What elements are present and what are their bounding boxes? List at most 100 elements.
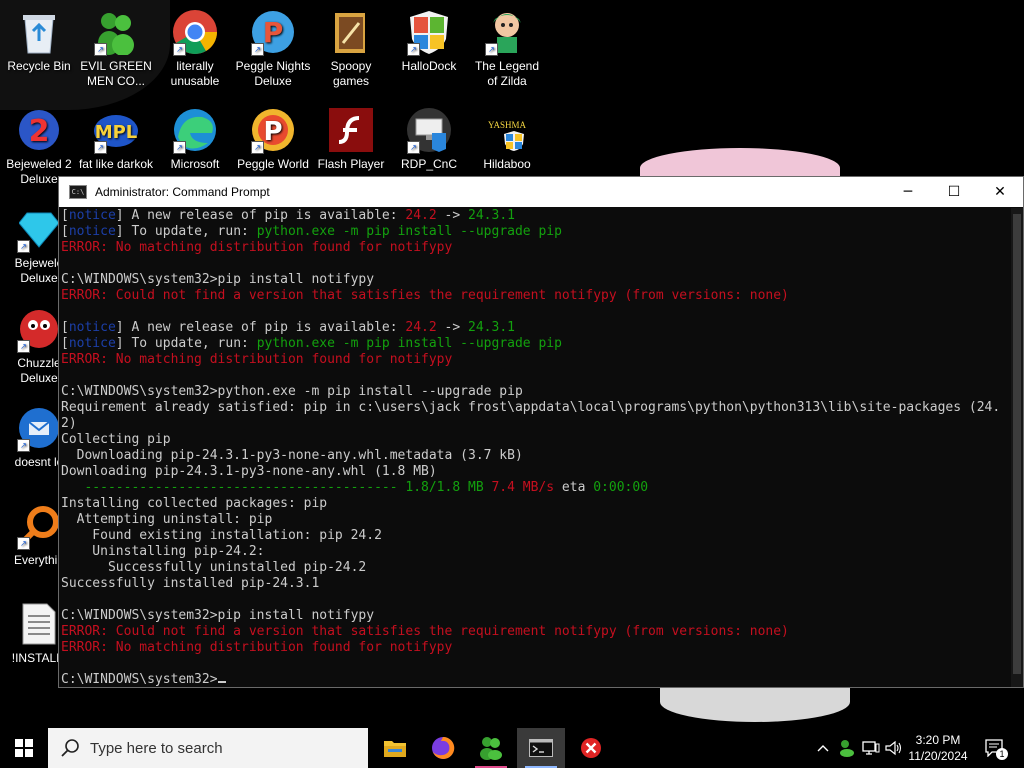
console-text-segment: python.exe -m pip install --upgrade pip xyxy=(256,224,562,239)
console-text-segment: notice xyxy=(68,320,116,335)
console-text-segment: Attempting uninstall: pip xyxy=(61,512,273,527)
console-line: Downloading pip-24.3.1-py3-none-any.whl.… xyxy=(61,448,1011,464)
chrome-shortcut[interactable]: ↗ literally unusable xyxy=(157,8,233,89)
console-line: Collecting pip xyxy=(61,432,1011,448)
flash-player-icon xyxy=(327,106,375,154)
console-text-segment: 7.4 MB/s xyxy=(491,480,555,495)
desktop-icon-label: RDP_CnC xyxy=(400,157,457,171)
spoopy-games-folder[interactable]: Spoopy games xyxy=(313,8,389,89)
search-placeholder: Type here to search xyxy=(90,739,223,757)
shortcut-arrow-icon: ↗ xyxy=(173,43,186,56)
desktop-icon-label: Recycle Bin xyxy=(7,59,71,73)
tray-network[interactable] xyxy=(860,728,882,768)
taskbar-command-prompt[interactable] xyxy=(517,728,565,768)
console-text-segment: ERROR: No matching distribution found fo… xyxy=(61,352,453,367)
clock-date: 11/20/2024 xyxy=(908,749,968,763)
console-text-segment: ERROR: No matching distribution found fo… xyxy=(61,640,453,655)
shortcut-arrow-icon: ↗ xyxy=(94,43,107,56)
console-line: ERROR: No matching distribution found fo… xyxy=(61,640,1011,656)
bejeweled-2-icon: 2 xyxy=(15,106,63,154)
window-titlebar[interactable]: C:\ Administrator: Command Prompt ─ ☐ ✕ xyxy=(59,177,1023,207)
console-text-segment: eta xyxy=(554,480,594,495)
recycle-bin-shortcut[interactable]: Recycle Bin xyxy=(1,8,77,74)
console-line: Downloading pip-24.3.1-py3-none-any.whl … xyxy=(61,464,1011,480)
rdp-cnc-shortcut[interactable]: ↗ RDP_CnC xyxy=(391,106,467,172)
peggle-world-icon: P ↗ xyxy=(249,106,297,154)
fat-like-darkok-shortcut[interactable]: MPL ↗ fat like darkok xyxy=(78,106,154,172)
console-scrollbar[interactable] xyxy=(1011,208,1023,687)
command-prompt-icon xyxy=(529,739,553,757)
console-text-segment: [ xyxy=(61,208,69,223)
console-text-segment: Downloading pip-24.3.1-py3-none-any.whl.… xyxy=(61,448,523,463)
console-line: [notice] A new release of pip is availab… xyxy=(61,320,1011,336)
console-line: Found existing installation: pip 24.2 xyxy=(61,528,1011,544)
wallpaper-gray-shape xyxy=(660,682,850,722)
console-text-segment: ] A new release of pip is available: xyxy=(115,208,406,223)
console-text-segment: Collecting pip xyxy=(61,432,171,447)
show-hidden-icons-button[interactable] xyxy=(812,728,834,768)
console-text-segment: Successfully uninstalled pip-24.2 xyxy=(61,560,367,575)
bejeweled-2-shortcut[interactable]: 2 Bejeweled 2 Deluxe xyxy=(1,106,77,187)
console-text-segment: 24.3.1 xyxy=(468,320,515,335)
console-line: C:\WINDOWS\system32> xyxy=(61,672,1011,687)
hallodock-shortcut[interactable]: ↗ HalloDock xyxy=(391,8,467,74)
console-text-segment: Installing collected packages: pip xyxy=(61,496,328,511)
start-button[interactable] xyxy=(0,728,48,768)
hildaboo-shortcut[interactable]: YASHMA Hildaboo xyxy=(469,106,545,172)
zilda-character-icon: ↗ xyxy=(483,8,531,56)
flash-player-shortcut[interactable]: Flash Player xyxy=(313,106,389,172)
network-icon xyxy=(862,741,880,755)
taskbar-red-x-app[interactable] xyxy=(567,728,615,768)
taskbar-firefox[interactable] xyxy=(419,728,467,768)
red-x-app-icon xyxy=(581,738,601,758)
command-prompt-window[interactable]: C:\ Administrator: Command Prompt ─ ☐ ✕ … xyxy=(58,176,1024,688)
desktop-icon-label: fat like darkok xyxy=(78,157,154,171)
thunderbird-icon: ↗ xyxy=(15,404,63,452)
shortcut-arrow-icon: ↗ xyxy=(17,537,30,550)
microsoft-edge-shortcut[interactable]: ↗ Microsoft xyxy=(157,106,233,172)
shortcut-arrow-icon: ↗ xyxy=(407,43,420,56)
taskbar-clock[interactable]: 3:20 PM 11/20/2024 xyxy=(900,732,976,764)
console-text-segment: -> xyxy=(436,320,469,335)
chevron-up-icon xyxy=(817,745,829,752)
taskbar-search-box[interactable]: Type here to search xyxy=(48,728,368,768)
console-output[interactable]: [notice] A new release of pip is availab… xyxy=(60,208,1011,687)
action-center-button[interactable]: 1 xyxy=(980,728,1010,768)
console-text-segment: ERROR: Could not find a version that sat… xyxy=(61,624,789,639)
evil-green-men-shortcut[interactable]: ↗ EVIL GREEN MEN CO... xyxy=(78,8,154,89)
console-text-segment: python.exe -m pip install --upgrade pip xyxy=(256,336,562,351)
chuzzle-icon: ↗ xyxy=(15,305,63,353)
maximize-button[interactable]: ☐ xyxy=(931,177,977,207)
windows-logo-icon xyxy=(15,739,33,757)
console-text-segment: 0:00:00 xyxy=(593,480,649,495)
shortcut-arrow-icon: ↗ xyxy=(17,439,30,452)
legend-of-zilda-shortcut[interactable]: ↗ The Legend of Zilda xyxy=(469,8,545,89)
scrollbar-thumb[interactable] xyxy=(1013,214,1021,674)
console-text-segment: notice xyxy=(68,208,116,223)
close-button[interactable]: ✕ xyxy=(977,177,1023,207)
chrome-icon: ↗ xyxy=(171,8,219,56)
console-text-segment: notice xyxy=(68,336,116,351)
console-text-segment: 1.8/1.8 MB xyxy=(405,480,492,495)
shortcut-arrow-icon: ↗ xyxy=(251,43,264,56)
console-text-segment: ] To update, run: xyxy=(115,224,257,239)
desktop-icon-label: Microsoft xyxy=(170,157,220,171)
console-line: [notice] To update, run: python.exe -m p… xyxy=(61,224,1011,240)
peggle-world-shortcut[interactable]: P ↗ Peggle World xyxy=(235,106,311,172)
console-line: Successfully uninstalled pip-24.2 xyxy=(61,560,1011,576)
peggle-nights-shortcut[interactable]: P ↗ Peggle Nights Deluxe xyxy=(235,8,311,89)
tray-green-men[interactable] xyxy=(836,728,858,768)
minimize-button[interactable]: ─ xyxy=(885,177,931,207)
taskbar-file-explorer[interactable] xyxy=(371,728,419,768)
desktop-icon-label: Peggle World xyxy=(237,157,309,171)
remote-desktop-icon: ↗ xyxy=(405,106,453,154)
desktop-icon-label: Flash Player xyxy=(317,157,385,171)
console-text-segment: C:\WINDOWS\system32> xyxy=(61,672,218,687)
taskbar-evil-green-men[interactable] xyxy=(467,728,515,768)
console-line: C:\WINDOWS\system32>python.exe -m pip in… xyxy=(61,384,1011,400)
desktop-icon-label: literally unusable xyxy=(170,59,220,88)
desktop-icon-label: Hildaboo xyxy=(483,157,531,171)
file-explorer-icon xyxy=(384,741,406,757)
